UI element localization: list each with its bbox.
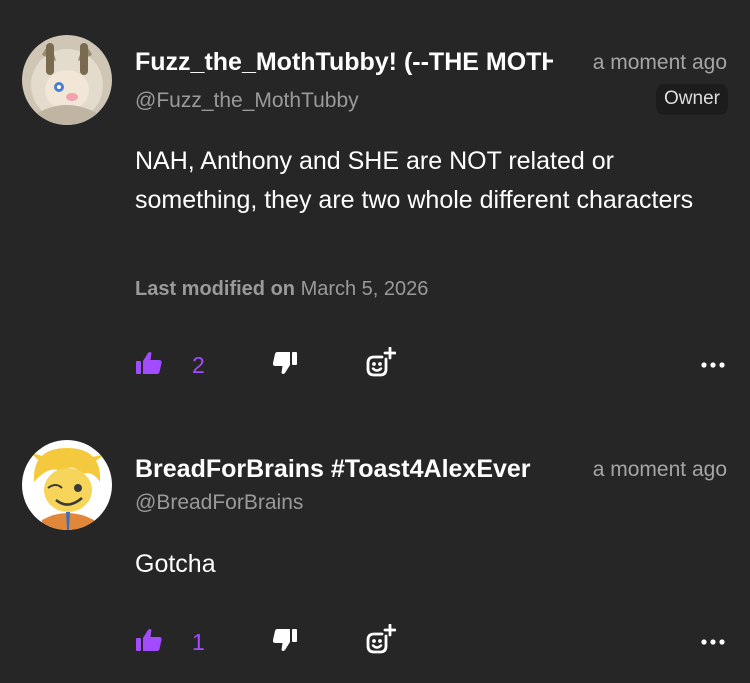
comment-body: NAH, Anthony and SHE are NOT related or … [135, 147, 694, 214]
comment-item: Fuzz_the_MothTubby! (--THE MOTH a moment… [0, 0, 750, 420]
commenter-handle[interactable]: @Fuzz_the_MothTubby [135, 89, 359, 113]
comment-item: BreadForBrains #Toast4AlexEver a moment … [0, 420, 750, 683]
commenter-handle[interactable]: @BreadForBrains [135, 491, 303, 515]
last-modified-date: March 5, 2026 [300, 278, 429, 300]
dislike-button[interactable] [268, 345, 302, 385]
comment-timestamp: a moment ago [592, 458, 727, 481]
blonde-character-avatar[interactable] [22, 440, 112, 530]
dislike-button[interactable] [268, 622, 302, 662]
add-reaction-button[interactable] [360, 345, 400, 385]
thumbs-up-icon [136, 351, 162, 380]
like-count: 2 [192, 352, 205, 378]
comment-body: Gotcha [135, 550, 216, 578]
like-button[interactable] [132, 345, 166, 385]
commenter-display-name[interactable]: Fuzz_the_MothTubby! (--THE MOTH [135, 48, 553, 77]
thumbs-down-icon [272, 628, 297, 657]
more-options-icon [700, 356, 726, 374]
owner-badge: Owner [656, 84, 728, 115]
more-options-button[interactable] [696, 345, 730, 385]
add-reaction-icon [364, 346, 397, 384]
thumbs-up-icon [136, 628, 162, 657]
like-button[interactable] [132, 622, 166, 662]
thumbs-down-icon [272, 351, 297, 380]
more-options-icon [700, 633, 726, 651]
last-modified-note: Last modified on March 5, 2026 [135, 278, 428, 301]
last-modified-label: Last modified on [135, 278, 295, 300]
more-options-button[interactable] [696, 622, 730, 662]
like-count: 1 [192, 629, 205, 655]
comment-actions: 1 [0, 622, 750, 662]
comment-timestamp: a moment ago [592, 51, 727, 74]
comment-actions: 2 [0, 345, 750, 385]
add-reaction-button[interactable] [360, 622, 400, 662]
add-reaction-icon [364, 623, 397, 661]
commenter-display-name[interactable]: BreadForBrains #Toast4AlexEver [135, 455, 553, 484]
moth-character-avatar[interactable] [22, 35, 112, 125]
